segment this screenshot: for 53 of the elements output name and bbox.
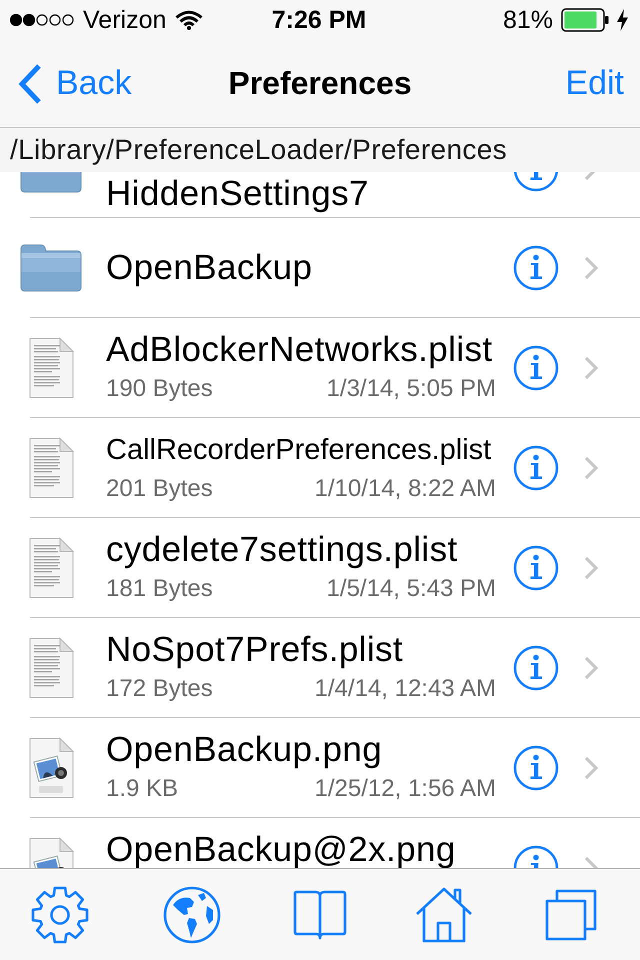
info-icon[interactable] [513,644,559,690]
info-icon[interactable] [513,344,559,390]
file-name: OpenBackup@2x.png [106,830,456,868]
back-button[interactable]: Back [17,62,132,104]
file-name: HiddenSettings7 [106,174,369,214]
file-size: 172 Bytes [106,674,213,704]
file-size: 201 Bytes [106,474,213,504]
path-bar: /Library/PreferenceLoader/Preferences [0,128,640,172]
overlapping-squares-icon[interactable] [545,888,597,940]
info-icon[interactable] [513,544,559,590]
chevron-icon [584,656,598,680]
chevron-icon [584,256,598,280]
file-size: 190 Bytes [106,374,213,404]
file-name: NoSpot7Prefs.plist [106,630,404,670]
file-size: 1.9 KB [106,774,178,804]
gear-icon[interactable] [31,886,89,944]
wifi-icon [175,10,204,30]
info-icon[interactable] [513,744,559,790]
carrier-name: Verizon [83,6,166,34]
file-size: 181 Bytes [106,574,213,604]
chevron-icon [584,456,598,480]
modified-date: 1/10/14, 8:22 AM [314,474,496,504]
file-name: OpenBackup.png [106,730,382,770]
file-name: CallRecorderPreferences.plist [106,432,492,468]
battery-icon [561,8,610,32]
folder-icon [20,244,82,292]
battery-percent: 81% [502,6,554,34]
modified-date: 1/5/14, 5:43 PM [326,574,496,604]
document-icon [27,536,75,598]
image-file-icon [27,736,75,798]
signal-dots-icon [10,13,74,27]
document-icon [27,636,75,698]
document-icon [27,336,75,398]
file-name: OpenBackup [106,248,312,288]
chevron-left-icon [17,62,43,104]
modified-date: 1/4/14, 12:43 AM [314,674,496,704]
chevron-icon [584,556,598,580]
file-name: cydelete7settings.plist [106,530,458,570]
screen-title: Preferences [228,65,412,102]
info-icon[interactable] [513,244,559,290]
modified-date: 1/25/12, 1:56 AM [314,774,496,804]
file-name: AdBlockerNetworks.plist [106,330,493,370]
status-time: 7:26 PM [272,6,366,34]
lightning-bolt-icon [617,9,628,31]
edit-button[interactable]: Edit [565,64,624,103]
book-icon[interactable] [293,890,347,940]
globe-icon[interactable] [163,886,221,944]
chevron-icon [584,356,598,380]
info-icon[interactable] [513,444,559,490]
modified-date: 1/3/14, 5:05 PM [326,374,496,404]
document-icon [27,436,75,498]
home-icon[interactable] [415,886,473,942]
chevron-icon [584,756,598,780]
